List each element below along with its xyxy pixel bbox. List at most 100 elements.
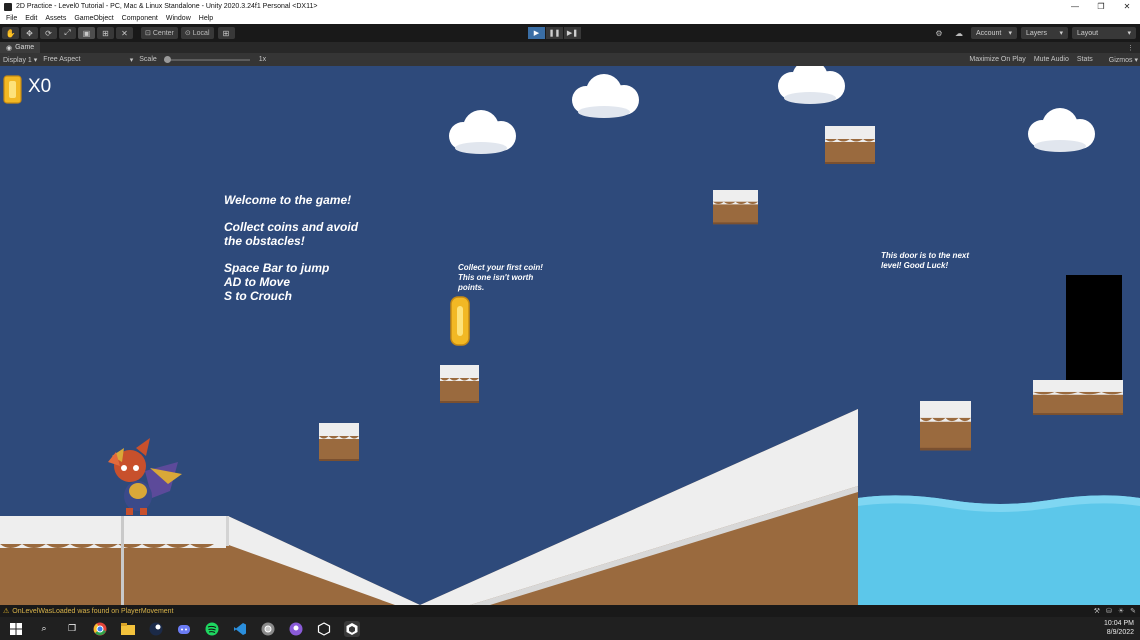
scale-icon: ⤢	[64, 28, 71, 37]
mute-audio-toggle[interactable]: Mute Audio	[1034, 56, 1069, 64]
cache-server-icon[interactable]: ⛁	[1106, 607, 1112, 615]
chevron-down-icon: ▾	[1127, 30, 1131, 37]
pivot-center-button[interactable]: ⊡ Center	[141, 27, 178, 39]
progress-icon[interactable]: ⚒	[1094, 607, 1100, 615]
steam-icon[interactable]	[148, 621, 164, 637]
pivot-local-label: Local	[192, 29, 210, 37]
chrome-dev-icon[interactable]	[260, 621, 276, 637]
tutorial-line: AD to Move	[224, 275, 290, 289]
spotify-icon[interactable]	[204, 621, 220, 637]
door-hint-text: This door is to the next level! Good Luc…	[881, 251, 970, 270]
play-button[interactable]: ▶	[528, 27, 545, 39]
window-title: 2D Practice - Level0 Tutorial - PC, Mac …	[16, 3, 318, 10]
game-controller-icon: ◉	[6, 44, 13, 52]
layout-dropdown[interactable]: Layout ▾	[1072, 27, 1136, 39]
auto-generate-lighting-icon[interactable]: ☀	[1118, 607, 1124, 615]
player-character	[108, 438, 182, 515]
pivot-center-label: Center	[152, 29, 174, 37]
coin-pickup	[450, 296, 470, 346]
layout-label: Layout	[1077, 29, 1099, 37]
transform-tool-button[interactable]: ⊞	[97, 27, 114, 39]
layers-dropdown[interactable]: Layers ▾	[1021, 27, 1068, 39]
move-tool-button[interactable]: ✥	[21, 27, 38, 39]
rotate-tool-button[interactable]: ⟳	[40, 27, 57, 39]
scale-tool-button[interactable]: ⤢	[59, 27, 76, 39]
unity-hub-icon[interactable]	[316, 621, 332, 637]
maximize-on-play-toggle[interactable]: Maximize On Play	[969, 56, 1025, 64]
scale-value: 1x	[258, 56, 267, 63]
account-dropdown[interactable]: Account ▾	[971, 27, 1017, 39]
more-options-icon[interactable]: ⋮	[1127, 44, 1134, 52]
menu-component[interactable]: Component	[118, 15, 162, 22]
vscode-icon[interactable]	[232, 621, 248, 637]
floating-platform	[713, 190, 758, 225]
status-icons: ⚒ ⛁ ☀ ✎	[1088, 607, 1136, 615]
step-icon: ▶❚	[566, 30, 579, 37]
rect-tool-button[interactable]: ▣	[78, 27, 95, 39]
clock-date: 8/9/2022	[1106, 629, 1134, 636]
close-button[interactable]: ✕	[1114, 2, 1140, 11]
tab-game-label: Game	[15, 44, 35, 51]
github-desktop-icon[interactable]	[288, 621, 304, 637]
rotate-icon: ⟳	[45, 28, 52, 38]
door-platform	[1033, 380, 1123, 415]
floating-platform	[920, 401, 971, 451]
discord-icon[interactable]	[176, 621, 192, 637]
account-label: Account	[976, 29, 1002, 37]
console-status-bar[interactable]: ⚠ OnLevelWasLoaded was found on PlayerMo…	[0, 605, 1140, 617]
center-icon: ⊡	[145, 30, 151, 37]
hud-coin-icon	[3, 75, 22, 104]
menu-assets[interactable]: Assets	[41, 15, 70, 22]
tutorial-text: Welcome to the game! Collect coins and a…	[224, 193, 374, 303]
menu-file[interactable]: File	[2, 15, 21, 22]
collab-button[interactable]: ⚙	[931, 27, 947, 39]
menu-edit[interactable]: Edit	[21, 15, 41, 22]
game-view[interactable]: X0 Welcome to the game! Collect coins an…	[0, 66, 1140, 605]
move-icon: ✥	[26, 28, 33, 38]
task-view-icon[interactable]: ❐	[64, 621, 80, 637]
custom-tool-button[interactable]: ✕	[116, 27, 133, 39]
search-icon[interactable]: ⌕	[36, 621, 52, 637]
snap-button[interactable]: ⊞	[217, 27, 235, 39]
cloud	[778, 66, 845, 104]
transform-icon: ⊞	[102, 28, 109, 38]
maximize-button[interactable]: ❐	[1088, 2, 1114, 11]
tutorial-line: Welcome to the game!	[224, 193, 352, 207]
floating-platform	[440, 365, 479, 403]
pivot-local-button[interactable]: ⊙ Local	[180, 27, 214, 39]
coin-hint-text: Collect your first coin! This one isn't …	[458, 263, 543, 292]
play-icon: ▶	[533, 30, 540, 37]
menu-gameobject[interactable]: GameObject	[70, 15, 117, 22]
chevron-down-icon: ▾	[129, 56, 134, 64]
unity-icon[interactable]	[344, 620, 360, 637]
cloud-button[interactable]: ☁	[951, 27, 967, 39]
debug-mode-icon[interactable]: ✎	[1130, 607, 1136, 615]
chevron-down-icon: ▾	[1008, 30, 1012, 37]
chevron-down-icon: ▾	[1059, 30, 1063, 37]
display-dropdown[interactable]: Display 1 ▾	[0, 56, 40, 64]
floating-platform	[825, 126, 875, 164]
minimize-button[interactable]: —	[1062, 2, 1088, 11]
scale-slider-handle[interactable]	[163, 55, 171, 63]
system-clock[interactable]: 10:04 PM 8/9/2022	[1104, 619, 1134, 637]
menu-window[interactable]: Window	[162, 15, 195, 22]
local-icon: ⊙	[184, 30, 191, 37]
hand-icon: ✋	[5, 28, 16, 38]
aspect-dropdown[interactable]: Free Aspect ▾	[40, 56, 136, 64]
chrome-icon[interactable]	[92, 621, 108, 637]
hand-tool-button[interactable]: ✋	[2, 27, 19, 39]
tab-game[interactable]: ◉ Game	[0, 42, 41, 53]
game-scene	[0, 66, 1140, 605]
floating-platform	[319, 423, 359, 461]
menu-help[interactable]: Help	[195, 15, 217, 22]
tutorial-line: S to Crouch	[224, 289, 292, 303]
menu-bar: File Edit Assets GameObject Component Wi…	[0, 13, 1140, 24]
pause-button[interactable]: ❚❚	[546, 27, 563, 39]
gizmos-dropdown[interactable]: Gizmos ▾	[1101, 56, 1138, 64]
gizmos-label: Gizmos	[1108, 56, 1133, 64]
start-icon[interactable]	[8, 621, 24, 637]
stats-toggle[interactable]: Stats	[1077, 56, 1093, 64]
file-explorer-icon[interactable]	[120, 621, 136, 637]
step-button[interactable]: ▶❚	[564, 27, 581, 39]
scale-slider[interactable]	[163, 55, 250, 63]
